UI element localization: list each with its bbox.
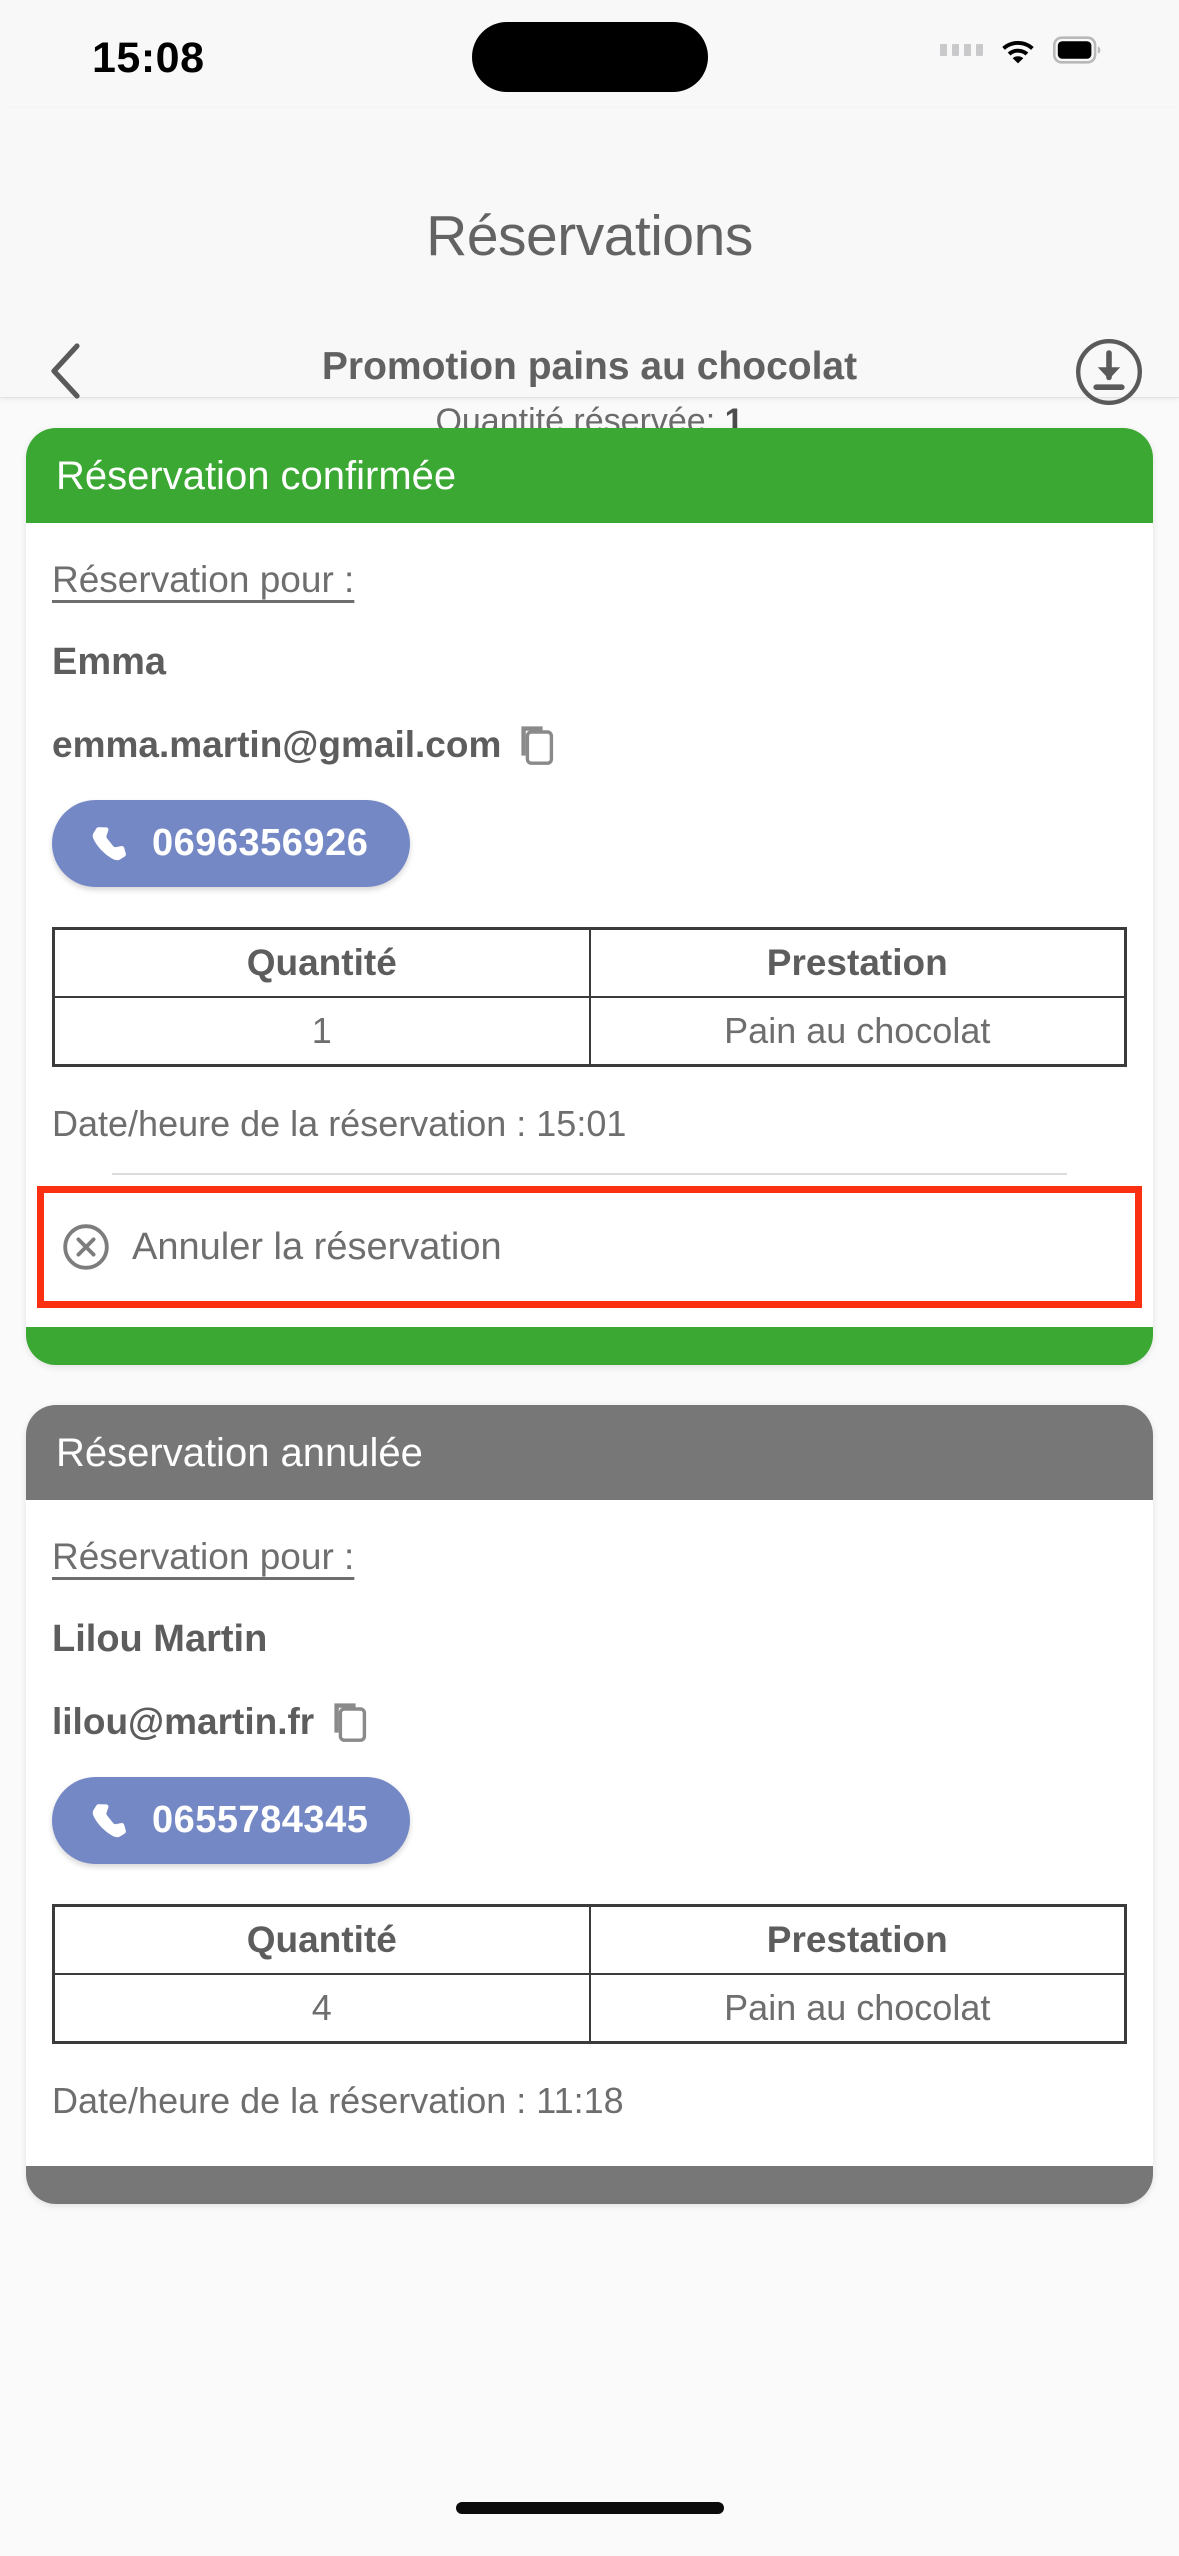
card-divider xyxy=(112,1173,1067,1175)
phone-icon xyxy=(88,1800,130,1842)
phone-icon xyxy=(88,823,130,865)
promotion-title: Promotion pains au chocolat xyxy=(321,345,858,388)
client-name: Emma xyxy=(52,641,167,683)
reservation-datetime: Date/heure de la réservation : 11:18 xyxy=(52,2080,624,2121)
table-header-service: Prestation xyxy=(588,927,1127,998)
table-header-quantity: Quantité xyxy=(52,1904,591,1975)
cancel-reservation-label: Annuler la réservation xyxy=(132,1225,502,1268)
home-indicator[interactable] xyxy=(455,2502,724,2514)
card-footer-strip xyxy=(26,1327,1153,1365)
call-button[interactable]: 0696356926 xyxy=(52,800,411,887)
status-bar-indicators xyxy=(940,36,1101,64)
download-circle-icon xyxy=(1075,338,1143,406)
table-cell-service: Pain au chocolat xyxy=(588,996,1127,1067)
signal-dots-icon xyxy=(940,44,983,56)
reservation-status-badge: Réservation confirmée xyxy=(26,428,1153,523)
client-email: lilou@martin.fr xyxy=(52,1701,315,1742)
reservation-table: Quantité Prestation 1 Pain au chocolat xyxy=(52,927,1127,1067)
status-bar: 15:08 xyxy=(0,0,1179,108)
call-button[interactable]: 0655784345 xyxy=(52,1777,411,1864)
reservation-for-label: Réservation pour : xyxy=(52,1536,355,1577)
table-header-service: Prestation xyxy=(588,1904,1127,1975)
table-cell-quantity: 1 xyxy=(52,996,591,1067)
client-email-row[interactable]: emma.martin@gmail.com xyxy=(52,724,1127,766)
table-row: 1 Pain au chocolat xyxy=(52,996,1127,1067)
battery-icon xyxy=(1053,36,1101,64)
reservations-list[interactable]: Réservation confirmée Réservation pour :… xyxy=(0,398,1179,2460)
client-email: emma.martin@gmail.com xyxy=(52,724,502,765)
reservation-card: Réservation annulée Réservation pour : L… xyxy=(26,1405,1153,2204)
wifi-icon xyxy=(999,36,1037,64)
status-bar-clock: 15:08 xyxy=(92,34,205,82)
reservation-card-body: Réservation pour : Lilou Martin lilou@ma… xyxy=(26,1500,1153,2166)
reservation-table: Quantité Prestation 4 Pain au chocolat xyxy=(52,1904,1127,2044)
table-cell-quantity: 4 xyxy=(52,1973,591,2044)
app-screen: 15:08 Réservations Promotion pains au ch… xyxy=(0,0,1179,2556)
reservation-datetime: Date/heure de la réservation : 15:01 xyxy=(52,1103,627,1144)
reservation-card-body: Réservation pour : Emma emma.martin@gmai… xyxy=(26,523,1153,1327)
reservation-for-label: Réservation pour : xyxy=(52,559,355,600)
cancel-reservation-button[interactable]: Annuler la réservation xyxy=(37,1186,1142,1308)
copy-icon[interactable] xyxy=(517,724,555,766)
table-header-row: Quantité Prestation xyxy=(52,1904,1127,1975)
call-button-number: 0696356926 xyxy=(152,822,369,864)
reservation-card: Réservation confirmée Réservation pour :… xyxy=(26,428,1153,1365)
table-row: 4 Pain au chocolat xyxy=(52,1973,1127,2044)
client-email-row[interactable]: lilou@martin.fr xyxy=(52,1701,1127,1743)
card-footer-strip xyxy=(26,2166,1153,2204)
table-header-quantity: Quantité xyxy=(52,927,591,998)
download-button[interactable] xyxy=(1075,338,1143,406)
dynamic-island xyxy=(471,22,708,92)
page-title: Réservations xyxy=(426,204,753,268)
home-bar-area xyxy=(0,2460,1179,2556)
copy-icon[interactable] xyxy=(330,1701,368,1743)
table-cell-service: Pain au chocolat xyxy=(588,1973,1127,2044)
nav-header: Réservations Promotion pains au chocolat… xyxy=(0,108,1179,440)
call-button-number: 0655784345 xyxy=(152,1799,369,1841)
table-header-row: Quantité Prestation xyxy=(52,927,1127,998)
cancel-circle-x-icon xyxy=(62,1223,110,1271)
client-name: Lilou Martin xyxy=(52,1618,268,1660)
reservation-status-badge: Réservation annulée xyxy=(26,1405,1153,1500)
